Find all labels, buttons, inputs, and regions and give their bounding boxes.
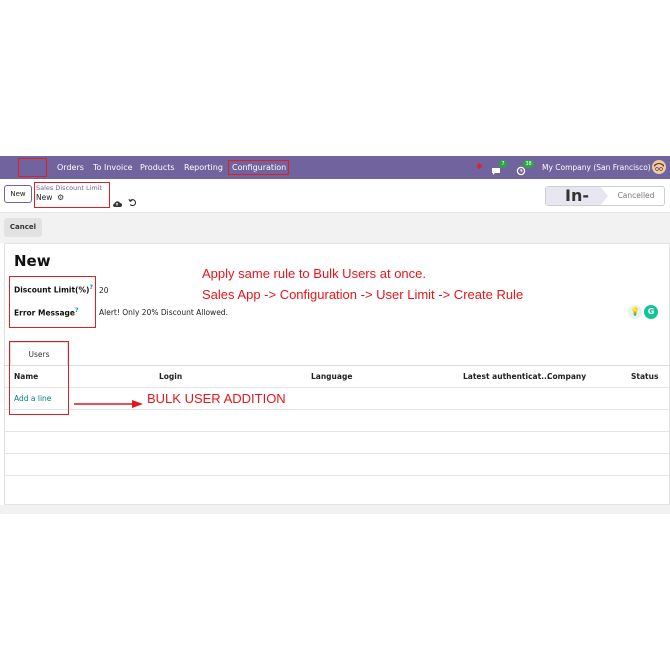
column-status[interactable]: Status	[631, 372, 658, 381]
lightbulb-icon[interactable]: 💡	[628, 305, 642, 319]
menu-reporting[interactable]: Reporting	[184, 156, 223, 179]
discount-limit-field[interactable]: 20	[99, 286, 109, 295]
column-login[interactable]: Login	[159, 372, 182, 381]
menu-to-invoice[interactable]: To Invoice	[93, 156, 133, 179]
menu-orders[interactable]: Orders	[57, 156, 84, 179]
annotation-box-breadcrumb	[34, 182, 110, 208]
tab-divider	[4, 365, 670, 366]
record-title: New	[14, 252, 51, 270]
annotation-line-2: Sales App -> Configuration -> User Limit…	[202, 287, 524, 302]
new-button[interactable]: New	[4, 185, 32, 203]
table-row-divider	[5, 409, 670, 410]
stage-cancelled[interactable]: Cancelled	[608, 187, 664, 205]
action-band	[0, 213, 670, 243]
table-row-divider	[5, 453, 670, 454]
sheet-bottom-band	[0, 505, 670, 514]
annotation-box-sales	[18, 158, 47, 177]
column-language[interactable]: Language	[311, 372, 352, 381]
user-avatar[interactable]	[652, 160, 666, 174]
table-row-divider	[5, 387, 670, 388]
brand-sales[interactable]: Sales	[21, 0, 48, 23]
grammarly-icon[interactable]: G	[644, 305, 658, 319]
annotation-line-1: Apply same rule to Bulk Users at once.	[202, 266, 426, 281]
bug-icon[interactable]: ✱	[476, 163, 484, 171]
column-latest-authentication[interactable]: Latest authenticat...	[463, 372, 550, 381]
discard-undo-icon[interactable]	[128, 192, 137, 207]
table-row-divider	[5, 431, 670, 432]
error-message-field[interactable]: Alert! Only 20% Discount Allowed.	[99, 308, 228, 317]
save-cloud-icon[interactable]	[112, 193, 122, 207]
annotation-box-users	[9, 341, 69, 415]
annotation-box-fields	[9, 276, 96, 328]
activity-count-badge: 38	[523, 160, 534, 168]
company-switcher[interactable]: My Company (San Francisco)	[542, 156, 651, 179]
chat-count-badge: 7	[499, 160, 507, 168]
annotation-box-configuration	[228, 160, 289, 175]
column-company[interactable]: Company	[547, 372, 586, 381]
table-row-divider	[5, 475, 670, 476]
cancel-button[interactable]: Cancel	[4, 218, 42, 237]
menu-products[interactable]: Products	[140, 156, 175, 179]
annotation-bulk-user: BULK USER ADDITION	[147, 391, 286, 406]
annotation-arrow	[74, 394, 144, 408]
stage-in-progress[interactable]: In-Progress	[546, 187, 608, 205]
apps-menu-icon[interactable]	[4, 5, 16, 17]
